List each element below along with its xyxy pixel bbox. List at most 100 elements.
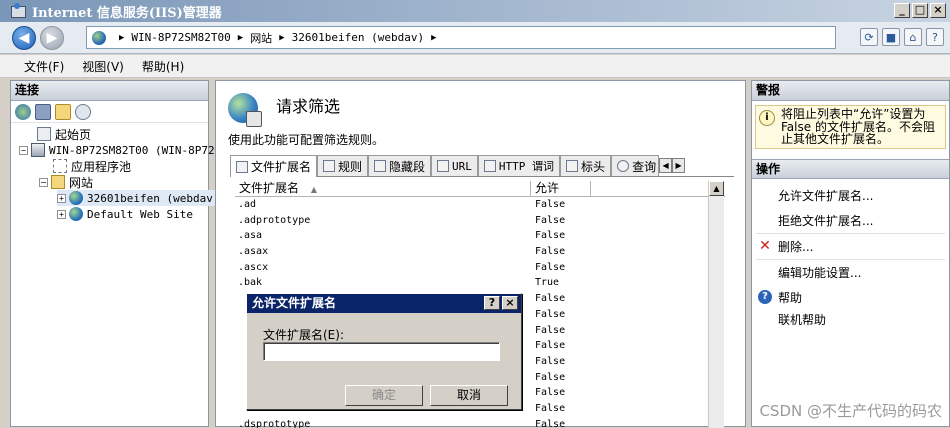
breadcrumb-server[interactable]: WIN-8P72SM82T00 [131, 31, 230, 44]
tab-label: 文件扩展名 [251, 160, 312, 174]
table-row[interactable]: .dsprototype False [235, 417, 725, 428]
allowed-cell: False [535, 199, 566, 210]
extension-cell: .asa [238, 230, 263, 242]
dialog-close-button[interactable]: × [502, 296, 518, 310]
expand-icon[interactable]: + [57, 193, 66, 203]
close-button[interactable]: × [930, 3, 946, 18]
feature-tabs: 文件扩展名 规则 隐藏段 URL HTTP 谓词 标头 查询 ◀ ▶ [230, 155, 734, 177]
extension-cell: .adprototype [238, 214, 311, 226]
actions-header: 操作 [752, 159, 949, 179]
start-page-icon [37, 127, 51, 141]
extension-cell: .bak [238, 277, 263, 289]
action-edit-feature-settings[interactable]: 编辑功能设置... [752, 260, 949, 285]
collapse-icon[interactable]: − [39, 177, 48, 187]
cancel-button[interactable]: 取消 [430, 385, 508, 406]
tab-headers[interactable]: 标头 [560, 155, 612, 176]
tree-label: WIN-8P72SM82T00 (WIN-8P72S [49, 143, 222, 157]
allowed-cell: False [535, 402, 566, 414]
table-row[interactable]: .asax False [235, 244, 725, 260]
tree-item-app-pools[interactable]: 应用程序池 [53, 158, 131, 174]
globe-icon [69, 207, 83, 221]
allowed-cell: False [535, 324, 566, 336]
stop-icon[interactable]: ■ [882, 28, 900, 46]
dialog-help-button[interactable]: ? [484, 296, 500, 310]
help-icon[interactable]: ? [926, 28, 944, 46]
home-icon[interactable]: ⌂ [904, 28, 922, 46]
allowed-cell: False [535, 246, 566, 258]
tree-item-start-page[interactable]: 起始页 [37, 126, 91, 142]
tab-hidden-segments[interactable]: 隐藏段 [368, 155, 432, 176]
maximize-button[interactable]: □ [912, 3, 928, 18]
extension-cell: .ascx [238, 261, 269, 273]
action-allow-extension[interactable]: 允许文件扩展名... [752, 183, 949, 208]
breadcrumb-separator-icon[interactable]: ▶ [279, 33, 284, 43]
allow-extension-dialog: 允许文件扩展名 ? × 文件扩展名(E): 确定 取消 [246, 293, 522, 410]
save-icon[interactable] [35, 103, 51, 120]
alerts-header: 警报 [752, 81, 949, 101]
table-row[interactable]: .ad False [235, 197, 725, 213]
menu-view[interactable]: 视图(V) [82, 58, 124, 75]
column-header-extension[interactable]: 文件扩展名 ▲ [235, 181, 531, 196]
breadcrumb-separator-icon[interactable]: ▶ [431, 33, 436, 43]
tree-item-default-site[interactable]: + Default Web Site [57, 206, 193, 222]
allowed-cell: False [535, 371, 566, 383]
table-header: 文件扩展名 ▲ 允许 [235, 181, 725, 197]
breadcrumb-separator-icon[interactable]: ▶ [119, 33, 124, 43]
breadcrumb-site[interactable]: 32601beifen (webdav) [292, 31, 424, 44]
table-row[interactable]: .asa False [235, 228, 725, 244]
breadcrumb-sites[interactable]: 网站 [250, 30, 272, 46]
up-folder-icon[interactable] [55, 103, 71, 120]
allowed-cell: True [535, 277, 560, 289]
address-breadcrumb[interactable]: ▶ WIN-8P72SM82T00 ▶ 网站 ▶ 32601beifen (we… [86, 26, 836, 49]
url-icon [437, 160, 450, 172]
tab-label: 规则 [338, 159, 363, 174]
hidden-segment-icon [374, 160, 387, 172]
tab-scroll-left-button[interactable]: ◀ [659, 158, 673, 173]
action-remove[interactable]: ✕ 删除... [752, 234, 949, 259]
table-row[interactable]: .bak True [235, 275, 725, 291]
table-scrollbar[interactable]: ▲ [708, 181, 724, 428]
allowed-cell: False [535, 308, 566, 320]
menu-help[interactable]: 帮助(H) [142, 58, 184, 75]
tree-item-server[interactable]: − WIN-8P72SM82T00 (WIN-8P72S [19, 142, 221, 158]
request-filtering-icon [228, 93, 262, 127]
globe-icon [69, 191, 83, 205]
table-row[interactable]: .ascx False [235, 260, 725, 276]
tab-file-extensions[interactable]: 文件扩展名 [230, 155, 318, 177]
back-button[interactable]: ◀ [12, 25, 36, 50]
tree-item-sites[interactable]: − 网站 [39, 174, 93, 190]
tab-rules[interactable]: 规则 [317, 155, 369, 176]
extension-input[interactable] [263, 342, 500, 361]
ok-button[interactable]: 确定 [345, 385, 423, 406]
minimize-button[interactable]: _ [894, 3, 910, 18]
table-row[interactable]: .adprototype False [235, 213, 725, 229]
collapse-icon[interactable]: − [19, 145, 28, 155]
allowed-cell: False [535, 261, 566, 273]
action-label: 拒绝文件扩展名... [778, 214, 874, 228]
disconnect-icon[interactable] [75, 103, 91, 120]
alert-message-box: i 将阻止列表中“允许”设置为 False 的文件扩展名。不会阻止其他文件扩展名… [755, 105, 946, 149]
address-tools: ⟳ ■ ⌂ ? [860, 28, 944, 46]
forward-button[interactable]: ▶ [40, 25, 64, 50]
extension-field-label: 文件扩展名(E): [263, 328, 344, 342]
tab-url[interactable]: URL [431, 155, 478, 176]
column-label: 文件扩展名 [239, 181, 300, 195]
allowed-cell: False [535, 355, 566, 367]
tab-query-strings[interactable]: 查询 [611, 155, 660, 176]
app-pool-icon [53, 159, 67, 173]
connect-icon[interactable] [15, 103, 31, 120]
action-online-help[interactable]: 联机帮助 [752, 310, 949, 328]
tab-http-verbs[interactable]: HTTP 谓词 [477, 155, 561, 176]
refresh-icon[interactable]: ⟳ [860, 28, 878, 46]
expand-icon[interactable]: + [57, 209, 66, 219]
action-deny-extension[interactable]: 拒绝文件扩展名... [752, 208, 949, 233]
iis-manager-icon [10, 3, 26, 19]
breadcrumb-separator-icon[interactable]: ▶ [238, 33, 243, 43]
menu-file[interactable]: 文件(F) [24, 58, 64, 75]
action-help[interactable]: ? 帮助 [752, 285, 949, 310]
column-header-allowed[interactable]: 允许 [531, 181, 591, 196]
page-description: 使用此功能可配置筛选规则。 [228, 133, 385, 147]
tree-item-site-webdav[interactable]: + 32601beifen (webdav) [57, 190, 220, 206]
tab-scroll-right-button[interactable]: ▶ [672, 158, 686, 173]
scroll-up-button[interactable]: ▲ [709, 181, 724, 196]
